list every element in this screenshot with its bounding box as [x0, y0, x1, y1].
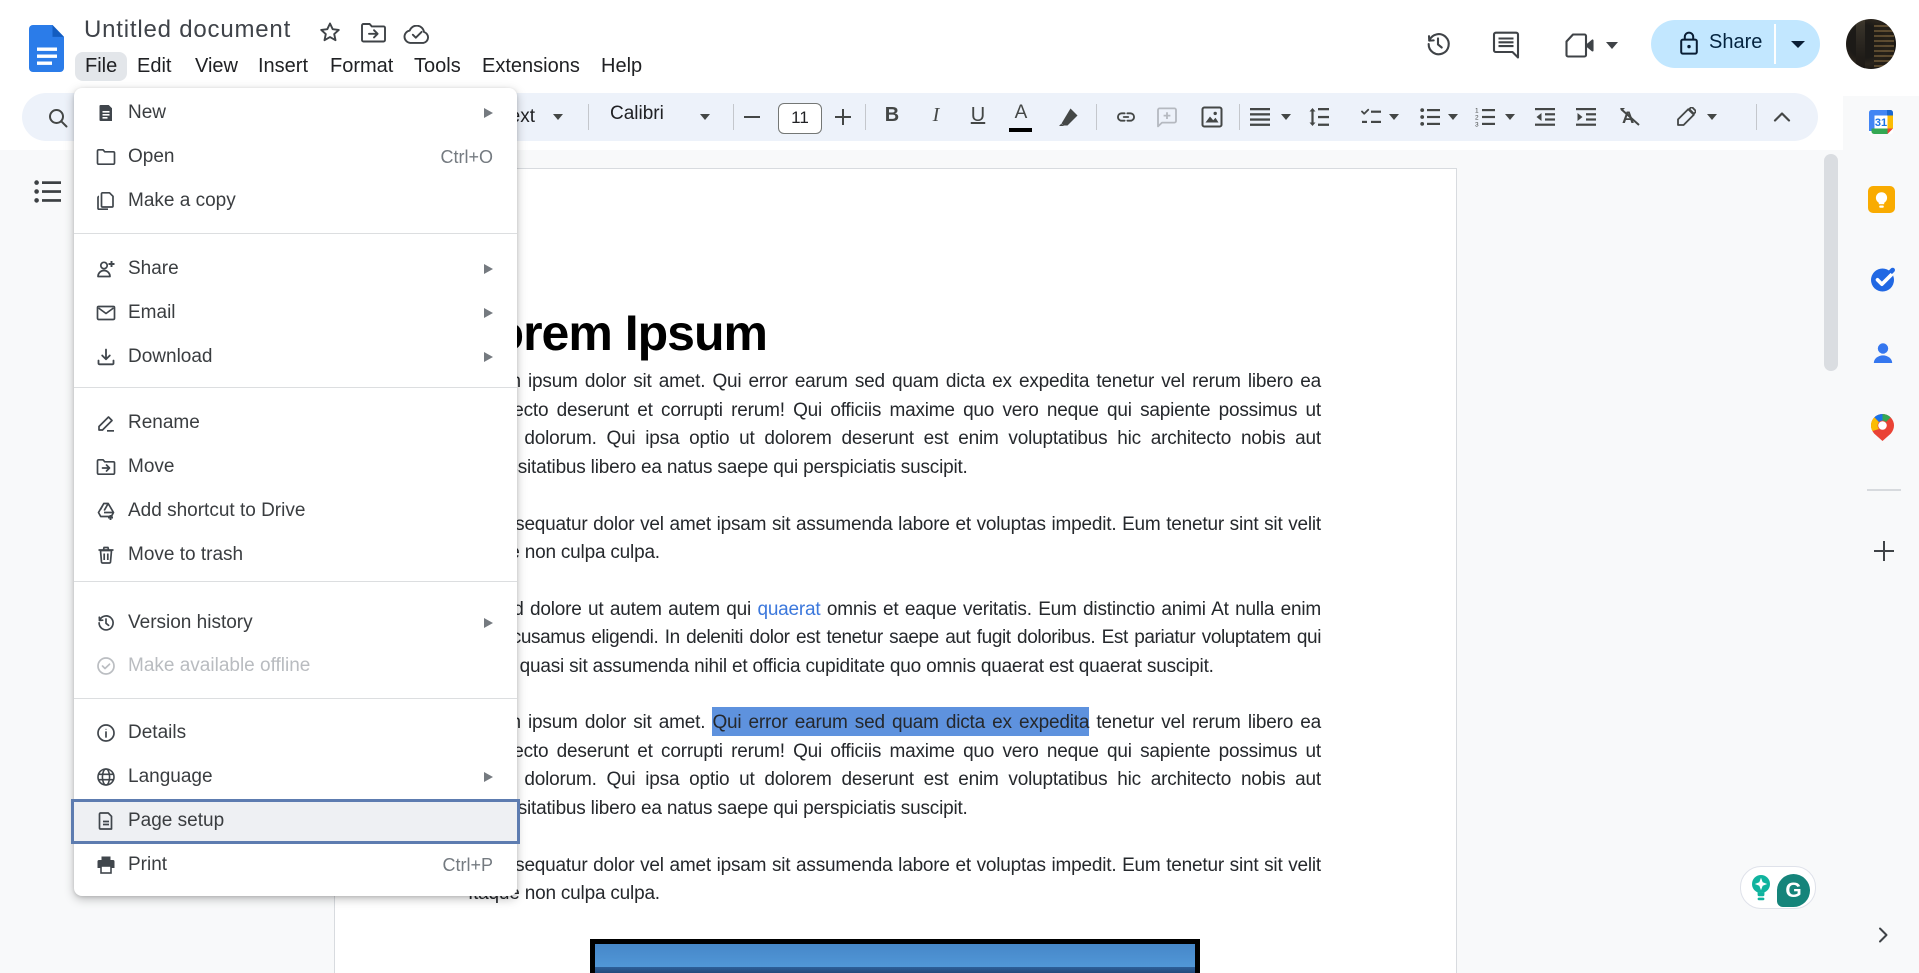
svg-text:3: 3 [1475, 122, 1479, 128]
svg-text:31: 31 [1875, 117, 1887, 129]
svg-text:2: 2 [1475, 115, 1479, 122]
svg-text:1: 1 [1475, 108, 1479, 115]
